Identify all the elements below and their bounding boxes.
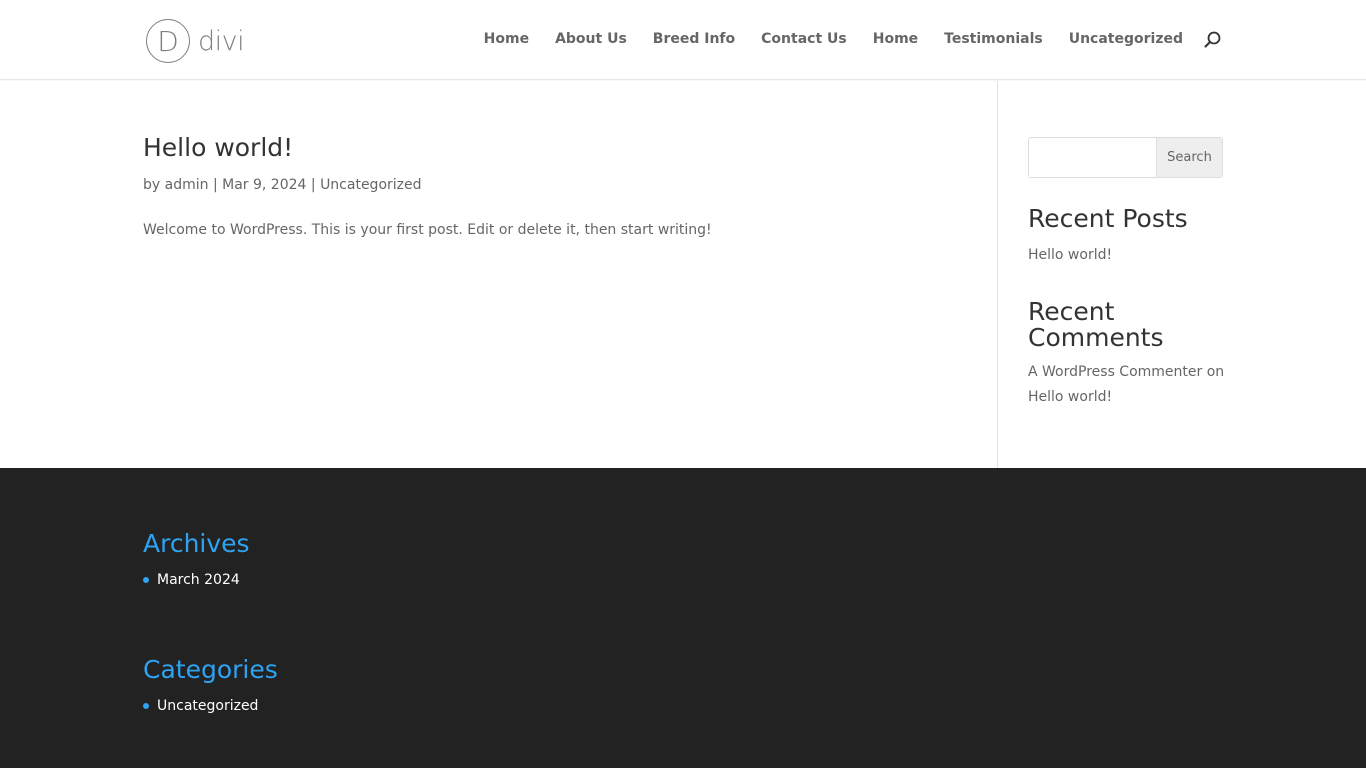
recent-posts-title: Recent Posts bbox=[1028, 204, 1188, 233]
post-meta: by admin | Mar 9, 2024 | Uncategorized bbox=[143, 177, 422, 193]
meta-separator: | bbox=[310, 177, 316, 193]
site-logo[interactable]: D divi bbox=[146, 18, 245, 64]
recent-comment: A WordPress Commenter on Hello world! bbox=[1028, 360, 1228, 410]
recent-comments-title: Recent Comments bbox=[1028, 297, 1164, 352]
logo-mark: D bbox=[146, 19, 190, 63]
post-date: Mar 9, 2024 bbox=[222, 177, 307, 193]
search-icon[interactable] bbox=[1203, 30, 1223, 50]
archive-link[interactable]: March 2024 bbox=[157, 572, 240, 588]
nav-contact-us[interactable]: Contact Us bbox=[761, 31, 847, 51]
main-content: Hello world! by admin | Mar 9, 2024 | Un… bbox=[0, 81, 1366, 468]
nav-about-us[interactable]: About Us bbox=[555, 31, 627, 51]
recent-post-link[interactable]: Hello world! bbox=[1028, 247, 1112, 263]
search-input[interactable] bbox=[1029, 138, 1156, 177]
meta-separator: | bbox=[212, 177, 218, 193]
sidebar-divider bbox=[997, 81, 998, 468]
bullet-icon bbox=[143, 703, 149, 709]
post-title[interactable]: Hello world! bbox=[143, 133, 293, 162]
site-header: D divi Home About Us Breed Info Contact … bbox=[0, 0, 1366, 80]
comment-post-link[interactable]: Hello world! bbox=[1028, 389, 1112, 405]
post-author-link[interactable]: admin bbox=[165, 177, 209, 193]
sidebar-search: Search bbox=[1028, 137, 1223, 178]
nav-home[interactable]: Home bbox=[484, 31, 529, 51]
post-category-link[interactable]: Uncategorized bbox=[320, 177, 421, 193]
category-link[interactable]: Uncategorized bbox=[157, 698, 258, 714]
nav-breed-info[interactable]: Breed Info bbox=[653, 31, 735, 51]
search-button[interactable]: Search bbox=[1156, 138, 1222, 177]
archive-item: March 2024 bbox=[143, 572, 240, 588]
post-excerpt: Welcome to WordPress. This is your first… bbox=[143, 222, 712, 238]
site-footer: Archives March 2024 Categories Uncategor… bbox=[0, 468, 1366, 768]
bullet-icon bbox=[143, 577, 149, 583]
main-nav: Home About Us Breed Info Contact Us Home… bbox=[484, 31, 1183, 51]
comment-author-link[interactable]: A WordPress Commenter bbox=[1028, 364, 1202, 380]
nav-home-2[interactable]: Home bbox=[873, 31, 918, 51]
archives-title: Archives bbox=[143, 529, 250, 558]
categories-title: Categories bbox=[143, 655, 278, 684]
nav-testimonials[interactable]: Testimonials bbox=[944, 31, 1043, 51]
meta-by: by bbox=[143, 177, 161, 193]
nav-uncategorized[interactable]: Uncategorized bbox=[1069, 31, 1183, 51]
logo-text: divi bbox=[198, 25, 245, 57]
comment-on-text: on bbox=[1206, 364, 1225, 380]
category-item: Uncategorized bbox=[143, 698, 258, 714]
